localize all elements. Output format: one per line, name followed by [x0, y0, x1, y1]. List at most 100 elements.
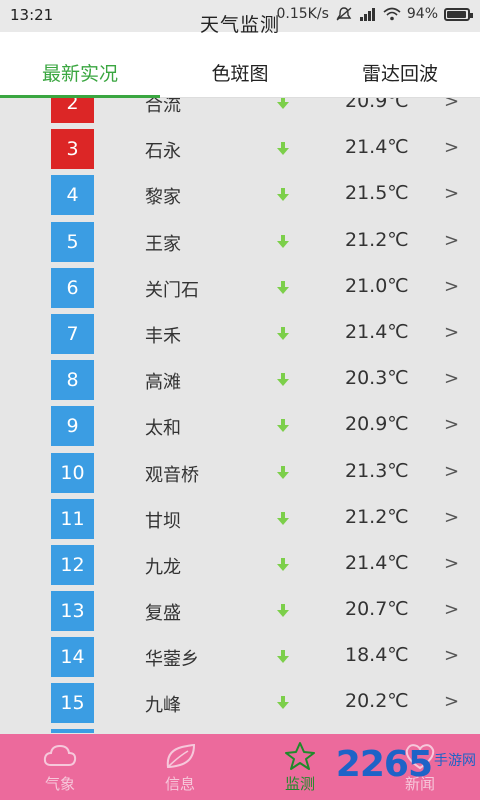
arrow-down-icon	[277, 142, 289, 156]
arrow-down-icon	[277, 373, 289, 387]
nav-info[interactable]: 信息	[120, 734, 240, 800]
arrow-down-icon	[277, 465, 289, 479]
leaf-icon	[166, 743, 196, 768]
nav-weather[interactable]: 气象	[0, 734, 120, 800]
arrow-down-icon	[277, 604, 289, 618]
chevron-right-icon: >	[444, 691, 460, 713]
tab-color-map[interactable]: 色斑图	[160, 48, 320, 97]
rank-badge: 11	[51, 498, 94, 539]
chevron-right-icon: >	[444, 183, 460, 205]
temperature-value: 20.2℃	[345, 690, 409, 713]
station-name: 华蓥乡	[145, 649, 199, 671]
chevron-right-icon: >	[444, 98, 460, 112]
temperature-value: 18.4℃	[345, 644, 409, 667]
temperature-value: 21.3℃	[345, 459, 409, 482]
temperature-value: 21.5℃	[345, 182, 409, 205]
chevron-right-icon: >	[444, 321, 460, 343]
station-row[interactable]: 8 高滩 20.3℃ >	[0, 357, 480, 403]
rank-badge: 15	[51, 683, 94, 724]
chevron-right-icon: >	[444, 552, 460, 574]
rank-badge: 3	[51, 129, 94, 170]
temperature-value: 20.9℃	[345, 98, 409, 112]
arrow-down-icon	[277, 557, 289, 571]
station-row-partial	[0, 727, 480, 734]
temperature-value: 21.4℃	[345, 320, 409, 343]
tab-latest-observations[interactable]: 最新实况	[0, 48, 160, 98]
wifi-icon	[383, 7, 401, 21]
rank-badge: 5	[51, 221, 94, 262]
station-name: 九峰	[145, 695, 181, 717]
rank-badge: 4	[51, 175, 94, 216]
status-indicators: 0.15K/s 94%	[276, 6, 473, 22]
station-row[interactable]: 7 丰禾 21.4℃ >	[0, 311, 480, 357]
arrow-down-icon	[277, 280, 289, 294]
mute-bell-icon	[336, 7, 352, 21]
station-name: 甘坝	[145, 510, 181, 532]
station-name: 复盛	[145, 603, 181, 625]
chevron-right-icon: >	[444, 599, 460, 621]
rank-badge: 7	[51, 313, 94, 354]
signal-icon	[359, 8, 375, 21]
station-name: 黎家	[145, 187, 181, 209]
tab-radar-echo[interactable]: 雷达回波	[320, 48, 480, 97]
chevron-right-icon: >	[444, 275, 460, 297]
chevron-right-icon: >	[444, 414, 460, 436]
nav-info-label: 信息	[164, 774, 195, 793]
temperature-value: 21.4℃	[345, 551, 409, 574]
station-name: 太和	[145, 418, 181, 440]
station-row[interactable]: 13 复盛 20.7℃ >	[0, 588, 480, 634]
station-name: 观音桥	[145, 464, 199, 486]
station-row[interactable]: 3 石永 21.4℃ >	[0, 126, 480, 172]
nav-monitor-label: 监测	[284, 774, 315, 793]
station-row[interactable]: 5 王家 21.2℃ >	[0, 219, 480, 265]
temperature-value: 21.2℃	[345, 505, 409, 528]
temperature-value: 20.7℃	[345, 598, 409, 621]
station-row[interactable]: 15 九峰 20.2℃ >	[0, 680, 480, 726]
station-row[interactable]: 14 华蓥乡 18.4℃ >	[0, 634, 480, 680]
arrow-down-icon	[277, 326, 289, 340]
chevron-right-icon: >	[444, 460, 460, 482]
station-row[interactable]: 12 九龙 21.4℃ >	[0, 542, 480, 588]
status-time: 13:21	[10, 6, 54, 24]
rank-badge-partial	[51, 728, 94, 733]
temperature-value: 21.0℃	[345, 274, 409, 297]
status-bar: 13:21 0.15K/s 94%	[0, 0, 480, 32]
arrow-down-icon	[277, 188, 289, 202]
arrow-down-icon	[277, 234, 289, 248]
station-name: 合流	[145, 98, 181, 116]
chevron-right-icon: >	[444, 506, 460, 528]
nav-weather-label: 气象	[44, 774, 75, 793]
station-name: 石永	[145, 141, 181, 163]
rank-badge: 12	[51, 544, 94, 585]
network-speed: 0.15K/s	[276, 6, 329, 22]
chevron-right-icon: >	[444, 645, 460, 667]
rank-badge: 13	[51, 591, 94, 632]
station-row[interactable]: 6 关门石 21.0℃ >	[0, 265, 480, 311]
rank-badge: 6	[51, 267, 94, 308]
station-row[interactable]: 2 合流 20.9℃ >	[0, 98, 480, 126]
cloud-icon	[43, 744, 77, 766]
station-name: 王家	[145, 233, 181, 255]
chevron-right-icon: >	[444, 137, 460, 159]
arrow-down-icon	[277, 696, 289, 710]
temperature-value: 20.3℃	[345, 367, 409, 390]
temperature-value: 21.4℃	[345, 136, 409, 159]
tab-bar: 最新实况 色斑图 雷达回波	[0, 48, 480, 98]
battery-percent: 94%	[406, 6, 438, 22]
star-icon	[285, 741, 315, 770]
station-name: 高滩	[145, 372, 181, 394]
rank-badge: 10	[51, 452, 94, 493]
temperature-value: 20.9℃	[345, 413, 409, 436]
station-name: 关门石	[145, 279, 199, 301]
arrow-down-icon	[277, 511, 289, 525]
watermark-logo: 2265 手游网	[336, 744, 476, 785]
station-row[interactable]: 11 甘坝 21.2℃ >	[0, 496, 480, 542]
temperature-value: 21.2℃	[345, 228, 409, 251]
chevron-right-icon: >	[444, 368, 460, 390]
station-row[interactable]: 4 黎家 21.5℃ >	[0, 172, 480, 218]
station-row[interactable]: 10 观音桥 21.3℃ >	[0, 450, 480, 496]
station-row[interactable]: 9 太和 20.9℃ >	[0, 403, 480, 449]
arrow-down-icon	[277, 650, 289, 664]
rank-badge: 2	[51, 98, 94, 123]
chevron-right-icon: >	[444, 229, 460, 251]
